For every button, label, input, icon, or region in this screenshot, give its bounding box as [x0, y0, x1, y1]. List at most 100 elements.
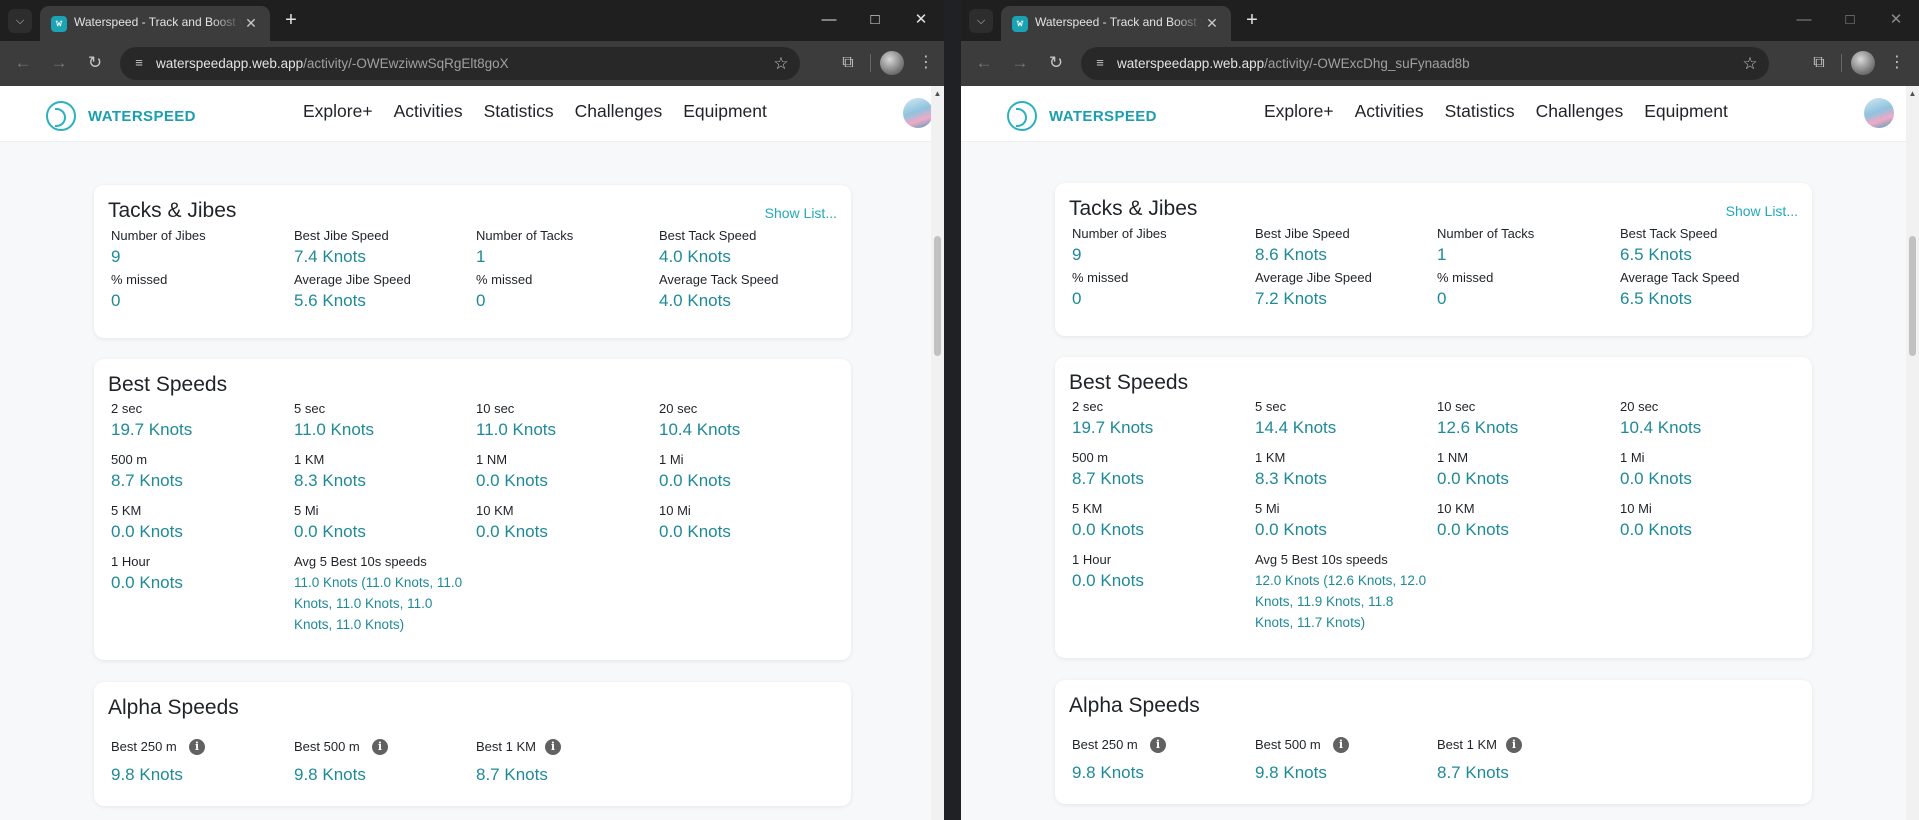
- scroll-thumb[interactable]: [1909, 236, 1916, 356]
- stat-value: 9.8 Knots: [1255, 763, 1327, 782]
- stat-label: Best 500 m: [294, 739, 360, 754]
- window-controls: — □ ✕: [1781, 0, 1919, 41]
- stat-label: Average Jibe Speed: [294, 272, 411, 287]
- stat-value: 0: [476, 291, 486, 310]
- new-tab-plus-icon[interactable]: +: [278, 9, 304, 33]
- title-bar: ⌵ 𝚠 Waterspeed - Track and Boost y ✕ + —…: [961, 0, 1919, 41]
- nav-activities[interactable]: Activities: [1355, 101, 1424, 122]
- info-icon[interactable]: i: [1506, 737, 1522, 753]
- tab-title: Waterspeed - Track and Boost y: [74, 15, 242, 29]
- bookmark-star-icon[interactable]: ☆: [1740, 54, 1760, 74]
- close-window-icon[interactable]: ✕: [898, 0, 944, 41]
- minimize-icon[interactable]: —: [1781, 0, 1827, 41]
- page-scrollbar[interactable]: ▲: [1906, 86, 1919, 820]
- stat-label: 20 sec: [1620, 399, 1659, 414]
- kebab-menu-icon[interactable]: ⋮: [914, 51, 938, 75]
- avg-best-label: Avg 5 Best 10s speeds: [1255, 552, 1388, 567]
- nav-equipment[interactable]: Equipment: [683, 101, 767, 122]
- scroll-up-arrow-icon[interactable]: ▲: [1908, 89, 1917, 98]
- stat-value: 14.4 Knots: [1255, 418, 1337, 437]
- scroll-up-arrow-icon[interactable]: ▲: [933, 89, 942, 98]
- chevron-down-icon[interactable]: ⌵: [969, 9, 993, 33]
- tab-close-icon[interactable]: ✕: [1203, 14, 1221, 32]
- stat-label: 1 Mi: [1620, 450, 1645, 465]
- maximize-icon[interactable]: □: [1827, 0, 1873, 41]
- nav-statistics[interactable]: Statistics: [484, 101, 554, 122]
- maximize-icon[interactable]: □: [852, 0, 898, 41]
- scroll-thumb[interactable]: [934, 236, 941, 356]
- close-window-icon[interactable]: ✕: [1873, 0, 1919, 41]
- browser-tab[interactable]: 𝚠 Waterspeed - Track and Boost y ✕: [1001, 6, 1231, 41]
- screen: ⌵ 𝚠 Waterspeed - Track and Boost y ✕ + —…: [0, 0, 1919, 820]
- stat-label: Best 500 m: [1255, 737, 1321, 752]
- stat-value: 7.4 Knots: [294, 247, 366, 266]
- waterspeed-logo-icon[interactable]: [1007, 101, 1037, 131]
- nav-activities[interactable]: Activities: [394, 101, 463, 122]
- stat-value: 1: [1437, 245, 1447, 264]
- forward-arrow-icon[interactable]: →: [1006, 49, 1034, 77]
- nav-statistics[interactable]: Statistics: [1445, 101, 1515, 122]
- url-path: /activity/-OWExcDhg_suFynaad8b: [1264, 56, 1470, 71]
- reload-icon[interactable]: ↻: [1042, 49, 1070, 77]
- site-info-tune-icon[interactable]: ≡: [130, 54, 148, 72]
- waterspeed-favicon-icon: 𝚠: [51, 16, 67, 32]
- info-icon[interactable]: i: [189, 739, 205, 755]
- stat-label: 5 sec: [1255, 399, 1287, 414]
- chevron-down-icon[interactable]: ⌵: [8, 9, 32, 33]
- user-avatar[interactable]: [903, 98, 931, 128]
- url-text[interactable]: waterspeedapp.web.app/activity/-OWExcDhg…: [1117, 56, 1470, 71]
- tab-close-icon[interactable]: ✕: [242, 14, 260, 32]
- back-arrow-icon[interactable]: ←: [970, 49, 998, 77]
- stat-label: Average Tack Speed: [659, 272, 779, 287]
- stat-label: 10 Mi: [1620, 501, 1652, 516]
- url-host: waterspeedapp.web.app: [1117, 56, 1265, 71]
- stat-value: 1: [476, 247, 486, 266]
- browser-tab[interactable]: 𝚠 Waterspeed - Track and Boost y ✕: [40, 6, 270, 41]
- brand-name[interactable]: WATERSPEED: [1049, 108, 1157, 125]
- waterspeed-logo-icon[interactable]: [46, 101, 76, 131]
- window-controls: — □ ✕: [806, 0, 944, 41]
- stat-value: 0.0 Knots: [659, 471, 731, 490]
- minimize-icon[interactable]: —: [806, 0, 852, 41]
- site-info-tune-icon[interactable]: ≡: [1091, 54, 1109, 72]
- stat-label: 2 sec: [111, 401, 143, 416]
- app-header: WATERSPEED Explore+ Activities Statistic…: [0, 86, 931, 142]
- stat-label: % missed: [1437, 270, 1494, 285]
- back-arrow-icon[interactable]: ←: [9, 49, 37, 77]
- avg-best-value: 12.0 Knots (12.6 Knots, 12.0 Knots, 11.9…: [1255, 573, 1427, 630]
- profile-avatar-icon[interactable]: [880, 51, 904, 75]
- stat-value: 8.7 Knots: [476, 765, 548, 784]
- url-host: waterspeedapp.web.app: [156, 56, 304, 71]
- window-gap: [944, 0, 961, 820]
- url-text[interactable]: waterspeedapp.web.app/activity/-OWEwziww…: [156, 56, 509, 71]
- brand-name[interactable]: WATERSPEED: [88, 108, 196, 125]
- nav-challenges[interactable]: Challenges: [575, 101, 663, 122]
- nav-equipment[interactable]: Equipment: [1644, 101, 1728, 122]
- nav-challenges[interactable]: Challenges: [1536, 101, 1624, 122]
- address-bar[interactable]: ≡ waterspeedapp.web.app/activity/-OWEwzi…: [120, 47, 800, 80]
- page-scrollbar[interactable]: ▲: [931, 86, 944, 820]
- kebab-menu-icon[interactable]: ⋮: [1885, 51, 1909, 75]
- show-list-link[interactable]: Show List...: [765, 205, 837, 221]
- info-icon[interactable]: i: [1150, 737, 1166, 753]
- extensions-puzzle-icon[interactable]: ⧉: [1807, 51, 1831, 75]
- nav-explore[interactable]: Explore+: [303, 101, 373, 122]
- info-icon[interactable]: i: [545, 739, 561, 755]
- user-avatar[interactable]: [1864, 98, 1894, 128]
- extensions-puzzle-icon[interactable]: ⧉: [836, 51, 860, 75]
- nav-explore[interactable]: Explore+: [1264, 101, 1334, 122]
- stat-value: 19.7 Knots: [111, 420, 193, 439]
- bookmark-star-icon[interactable]: ☆: [771, 54, 791, 74]
- reload-icon[interactable]: ↻: [81, 49, 109, 77]
- stat-value: 0.0 Knots: [476, 522, 548, 541]
- info-icon[interactable]: i: [372, 739, 388, 755]
- main-nav: Explore+ Activities Statistics Challenge…: [1264, 101, 1749, 122]
- profile-avatar-icon[interactable]: [1851, 51, 1875, 75]
- forward-arrow-icon[interactable]: →: [45, 49, 73, 77]
- new-tab-plus-icon[interactable]: +: [1239, 9, 1265, 33]
- address-bar[interactable]: ≡ waterspeedapp.web.app/activity/-OWExcD…: [1081, 47, 1769, 80]
- info-icon[interactable]: i: [1333, 737, 1349, 753]
- stat-label: Best Tack Speed: [659, 228, 757, 243]
- show-list-link[interactable]: Show List...: [1726, 203, 1798, 219]
- best-speeds-card: Best Speeds 2 sec 19.7 Knots 5 sec 14.4 …: [1055, 357, 1812, 658]
